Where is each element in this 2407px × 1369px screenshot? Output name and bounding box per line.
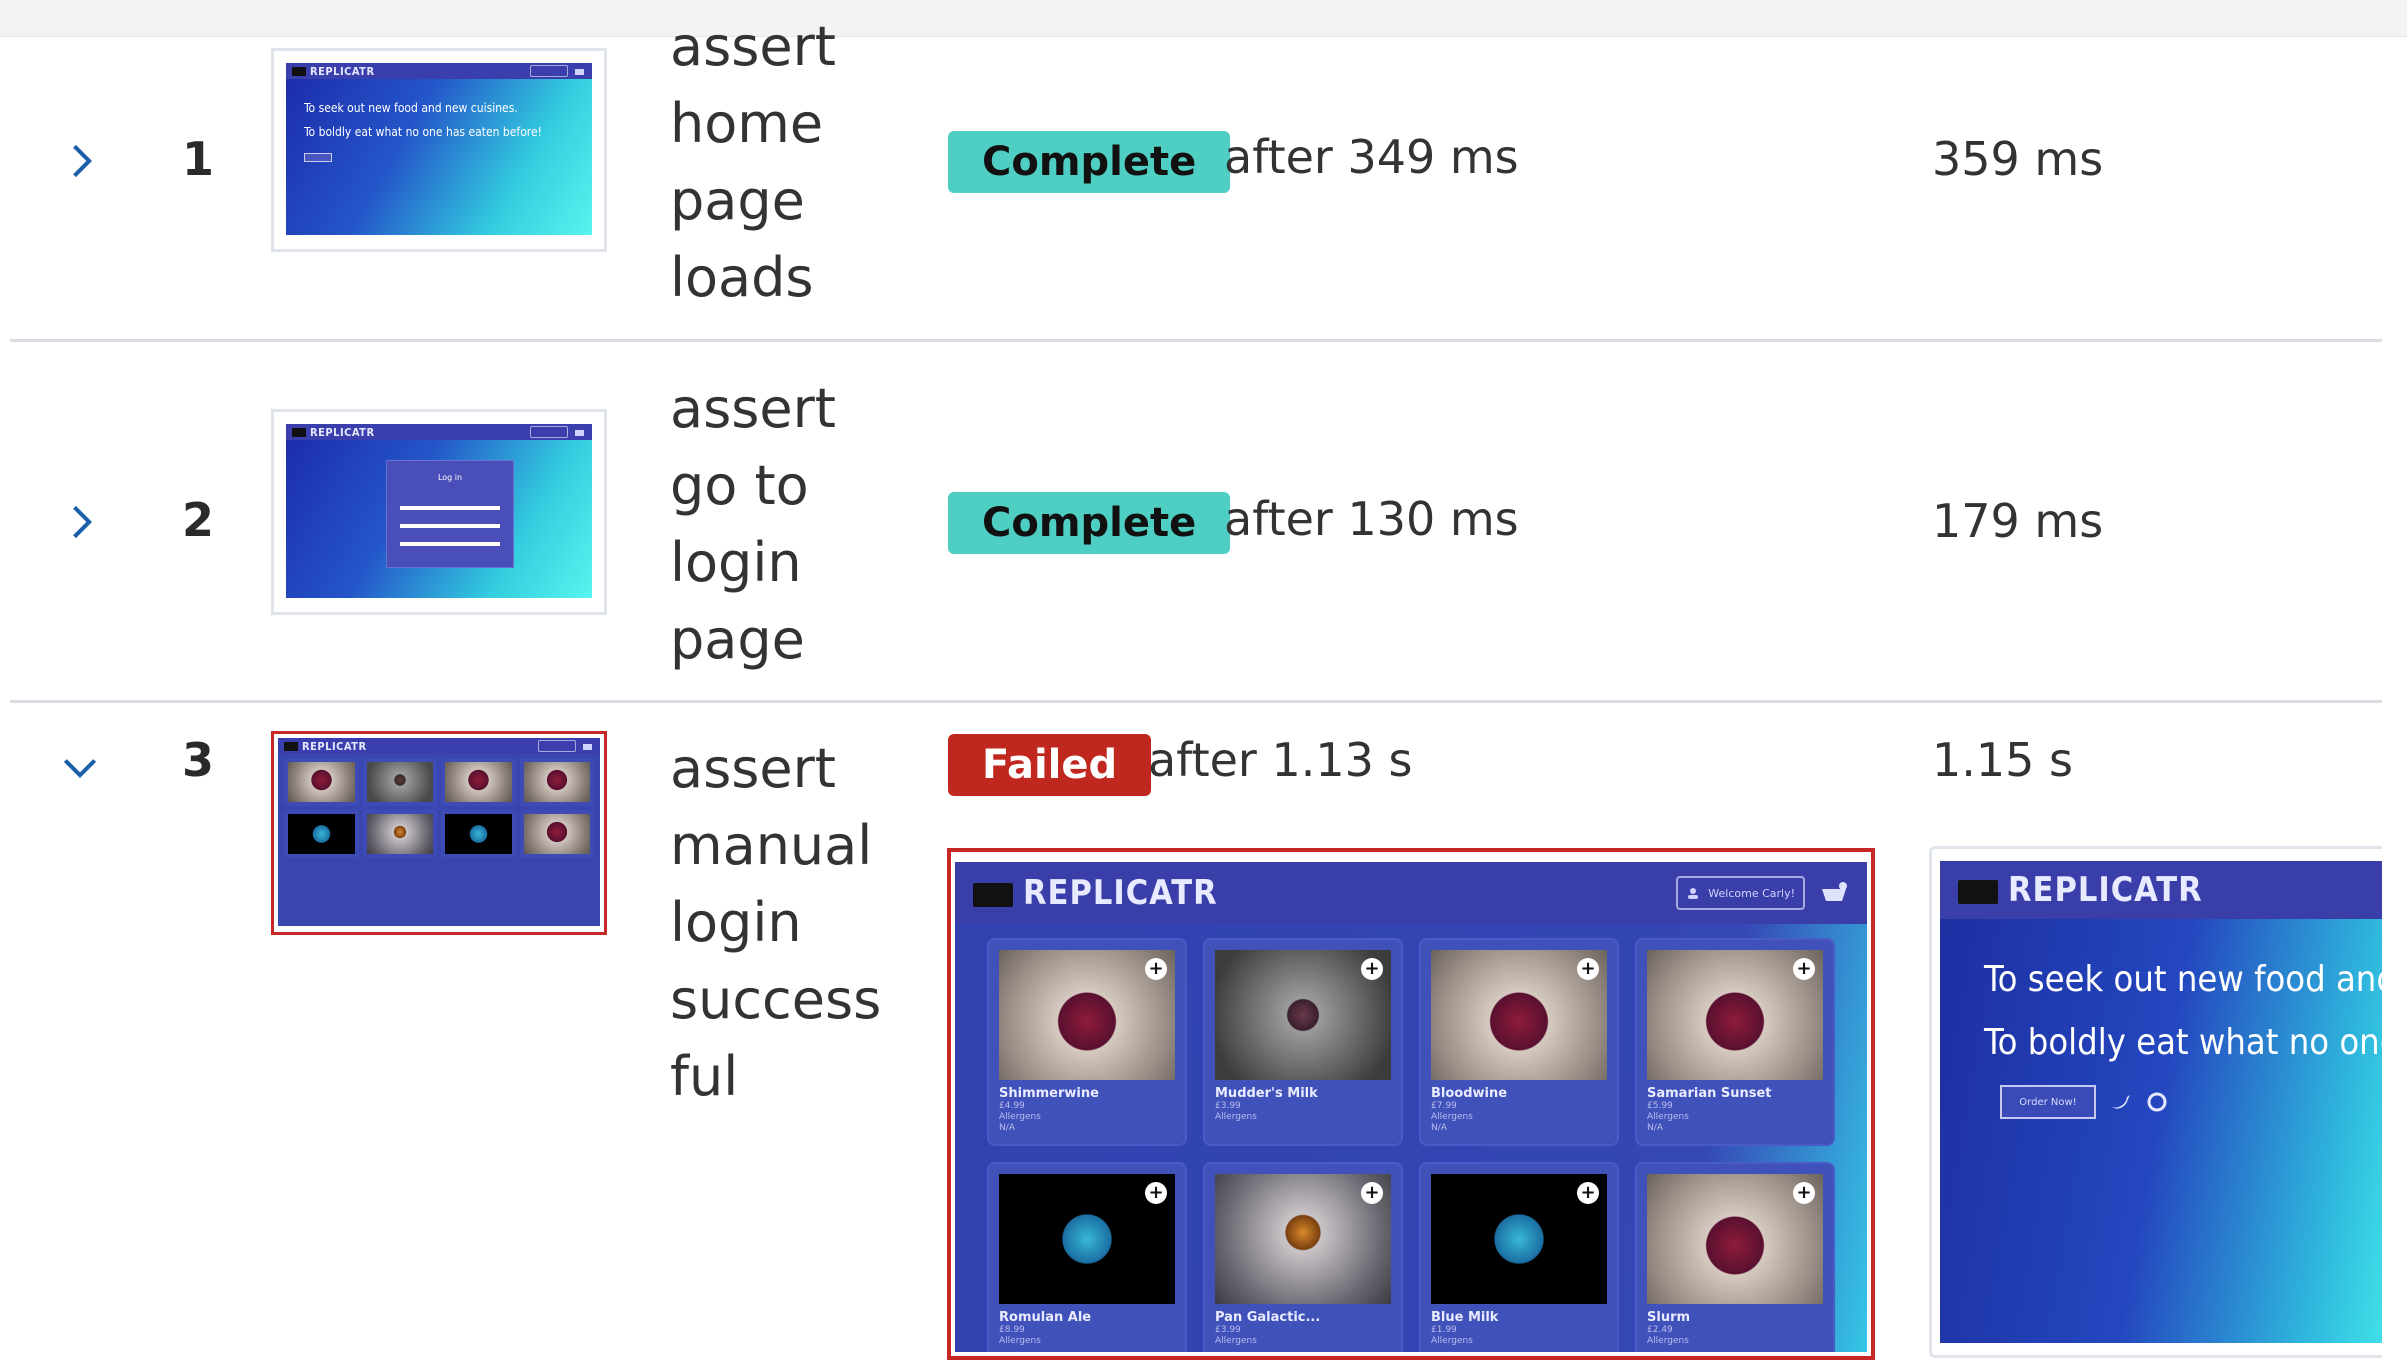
test-title: assert manual login success ful: [670, 737, 882, 1108]
welcome-user-badge: Welcome Carly!: [1676, 876, 1805, 910]
product-card: + Romulan Ale £8.99 Allergens: [989, 1164, 1185, 1352]
add-icon: +: [1793, 1182, 1815, 1204]
add-icon: +: [1577, 958, 1599, 980]
add-icon: +: [1361, 958, 1383, 980]
cart-icon: [575, 430, 584, 436]
row-divider: [10, 700, 2382, 703]
github-icon: [2147, 1092, 2167, 1112]
product-card: + Pan Galactic... £3.99 Allergens: [1205, 1164, 1401, 1352]
status-badge-failed: Failed: [948, 734, 1152, 796]
status-after-text: after 130 ms: [1224, 492, 1519, 546]
test-duration: 1.15 s: [1932, 733, 2074, 787]
top-toolbar: [0, 0, 2407, 37]
row-divider: [10, 339, 2382, 342]
home-page: REPLICATR To seek out new food and n To …: [1940, 861, 2382, 1343]
product-card: + Blue Milk £1.99 Allergens: [1421, 1164, 1617, 1352]
app-logo: REPLICATR: [973, 873, 1218, 913]
test-thumbnail[interactable]: REPLICATR To seek out new food and new c…: [271, 48, 607, 252]
app-logo: REPLICATR: [284, 740, 367, 753]
expand-chevron-right-icon[interactable]: [50, 131, 110, 191]
cart-icon: [583, 744, 592, 750]
order-now-button: Order Now!: [2000, 1085, 2096, 1119]
add-icon: +: [1361, 1182, 1383, 1204]
app-logo: REPLICATR: [1958, 870, 2203, 910]
previous-screenshot[interactable]: REPLICATR To seek out new food and n To …: [1929, 846, 2382, 1358]
failure-screenshot[interactable]: REPLICATR Welcome Carly! + Shimmerwine £4.…: [947, 848, 1875, 1360]
cart-icon: [1822, 882, 1847, 901]
user-icon: [1688, 888, 1699, 899]
status-badge: Complete: [948, 131, 1231, 193]
product-card: + Shimmerwine £4.99 Allergens N/A: [989, 940, 1185, 1144]
order-now-button: [304, 153, 332, 162]
test-thumbnail[interactable]: REPLICATR Log in: [271, 409, 607, 615]
product-card: + Bloodwine £7.99 Allergens N/A: [1421, 940, 1617, 1144]
status-badge: Complete: [948, 492, 1231, 554]
add-icon: +: [1145, 958, 1167, 980]
test-index: 3: [181, 733, 214, 787]
products-page: REPLICATR Welcome Carly! + Shimmerwine £4.…: [955, 862, 1867, 1352]
product-card: + Slurm £2.49 Allergens: [1637, 1164, 1833, 1352]
app-logo: REPLICATR: [292, 426, 375, 439]
app-logo: REPLICATR: [292, 65, 375, 78]
test-title: assert home page loads: [670, 15, 836, 309]
add-icon: +: [1793, 958, 1815, 980]
login-form: Log in: [386, 460, 514, 568]
cart-icon: [575, 69, 584, 75]
add-icon: +: [1577, 1182, 1599, 1204]
product-card: + Samarian Sunset £5.99 Allergens N/A: [1637, 940, 1833, 1144]
products-page-preview: REPLICATR: [278, 738, 600, 926]
test-index: 1: [181, 132, 214, 186]
collapse-chevron-down-icon[interactable]: [50, 736, 110, 796]
status-after-text: after 349 ms: [1224, 130, 1519, 184]
test-thumbnail-selected[interactable]: REPLICATR: [271, 731, 607, 935]
home-page-preview: REPLICATR To seek out new food and new c…: [286, 63, 592, 235]
add-icon: +: [1145, 1182, 1167, 1204]
expand-chevron-right-icon[interactable]: [50, 492, 110, 552]
test-duration: 359 ms: [1932, 132, 2104, 186]
test-duration: 179 ms: [1932, 494, 2104, 548]
test-title: assert go to login page: [670, 377, 836, 671]
product-card: + Mudder's Milk £3.99 Allergens: [1205, 940, 1401, 1144]
status-after-text: after 1.13 s: [1148, 733, 1413, 787]
twitter-icon: [2112, 1095, 2130, 1109]
test-index: 2: [181, 493, 214, 547]
login-page-preview: REPLICATR Log in: [286, 424, 592, 598]
